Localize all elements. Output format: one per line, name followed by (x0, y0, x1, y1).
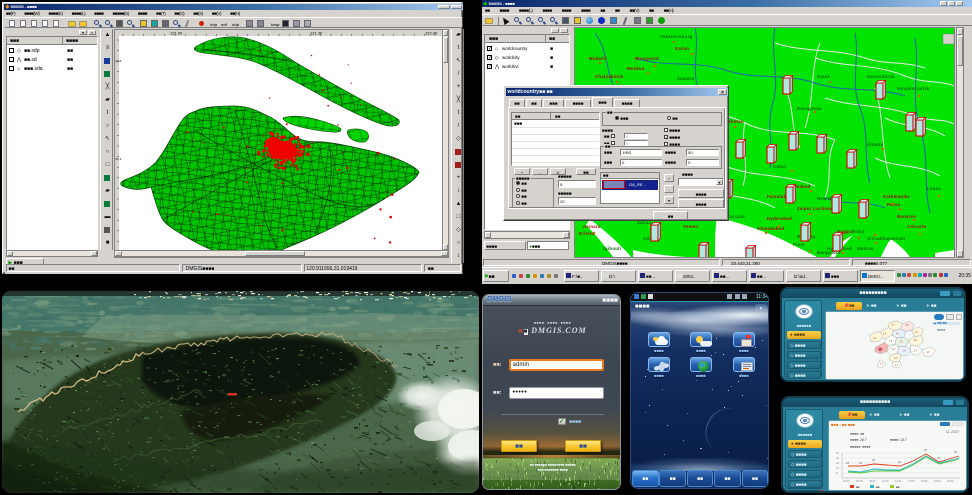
svg-text:Samara: Samara (677, 76, 695, 81)
svg-text:Kazan: Kazan (675, 46, 689, 51)
svg-text:Calcutta: Calcutta (907, 224, 927, 229)
svg-text:Vishakhapatnam: Vishakhapatnam (867, 236, 905, 241)
svg-text:■■■■: ■■■■ (937, 328, 945, 332)
svg-text:Yemen: Yemen (683, 224, 698, 229)
svg-text:■■: ■■ (896, 485, 900, 489)
svg-text:11. 23:07: 11. 23:07 (946, 430, 959, 434)
svg-text:19: 19 (898, 460, 902, 464)
svg-text:Karaganda: Karaganda (797, 106, 822, 111)
svg-text:02:00: 02:00 (843, 479, 850, 483)
svg-text:20: 20 (872, 458, 876, 462)
svg-text:11:00: 11:00 (882, 479, 889, 483)
svg-text:24: 24 (836, 461, 839, 465)
svg-text:25: 25 (954, 450, 958, 454)
svg-text:16: 16 (836, 466, 839, 470)
svg-text:05:00: 05:00 (856, 479, 863, 483)
svg-text:Slovgorod: Slovgorod (635, 56, 659, 61)
svg-text:Kabul: Kabul (773, 164, 786, 169)
svg-text:18: 18 (859, 461, 863, 465)
svg-text:32: 32 (836, 456, 839, 460)
svg-text:Jaipur Lucknow: Jaipur Lucknow (797, 206, 834, 211)
svg-text:Lhasa: Lhasa (927, 186, 941, 191)
svg-text:Djibouti: Djibouti (603, 246, 621, 251)
svg-text:■■■ • ■■ ■■■: ■■■ • ■■ ■■■ (831, 422, 856, 427)
svg-text:■■■■■: ■■■■: ■■■■■: ■■■■ (850, 445, 870, 449)
svg-text:■■■■: 25.7: ■■■■: 25.7 (850, 438, 867, 442)
svg-text:18: 18 (846, 461, 850, 465)
svg-text:Benares: Benares (897, 214, 916, 219)
svg-text:23:00: 23:00 (934, 479, 941, 483)
svg-text:Karachi: Karachi (727, 214, 745, 219)
svg-text:Ahmadabad: Ahmadabad (757, 226, 784, 231)
svg-text:■■: ■■ (856, 485, 860, 489)
svg-text:■■■■: ■■: ■■■■: ■■ (850, 432, 864, 436)
svg-text:17:00: 17:00 (908, 479, 915, 483)
svg-text:121.30: 121.30 (310, 31, 323, 36)
svg-text:08:00: 08:00 (869, 479, 876, 483)
svg-text:Omsk: Omsk (817, 74, 830, 79)
svg-text:121.00: 121.00 (170, 31, 183, 36)
svg-text:Eritrea: Eritrea (579, 231, 595, 236)
svg-text:8: 8 (836, 471, 838, 475)
svg-text:Mialwlir: Mialwlir (589, 56, 607, 61)
svg-text:Almaty: Almaty (867, 142, 883, 147)
svg-text:22: 22 (937, 456, 941, 460)
svg-text:Novokuznetsk: Novokuznetsk (897, 86, 930, 91)
svg-text:Novosibirsk: Novosibirsk (867, 74, 895, 79)
svg-text:14:00: 14:00 (895, 479, 902, 483)
svg-text:31.3: 31.3 (116, 157, 122, 161)
svg-text:☁ ■■ ■■: ☁ ■■ ■■ (933, 321, 946, 325)
svg-text:20:00: 20:00 (921, 479, 928, 483)
svg-text:■■■■: 13.7: ■■■■: 13.7 (890, 438, 907, 442)
svg-text:02:00: 02:00 (947, 479, 954, 483)
svg-text:Madras: Madras (857, 246, 874, 251)
svg-text:Pune: Pune (793, 242, 805, 247)
svg-text:India: India (853, 229, 865, 234)
svg-text:31.8: 31.8 (116, 59, 122, 63)
svg-text:Chalyabinsk: Chalyabinsk (595, 74, 624, 79)
svg-text:26: 26 (924, 448, 928, 452)
svg-text:Kathmandu: Kathmandu (883, 194, 909, 199)
svg-text:■■: ■■ (876, 485, 880, 489)
svg-text:40: 40 (836, 451, 839, 455)
svg-text:Yekaterinburg: Yekaterinburg (660, 34, 693, 39)
svg-text:Asmara: Asmara (583, 224, 601, 229)
svg-text:Hyderabad: Hyderabad (767, 216, 792, 221)
svg-text:122.00: 122.00 (425, 31, 438, 36)
svg-text:Moskva: Moskva (627, 66, 645, 71)
